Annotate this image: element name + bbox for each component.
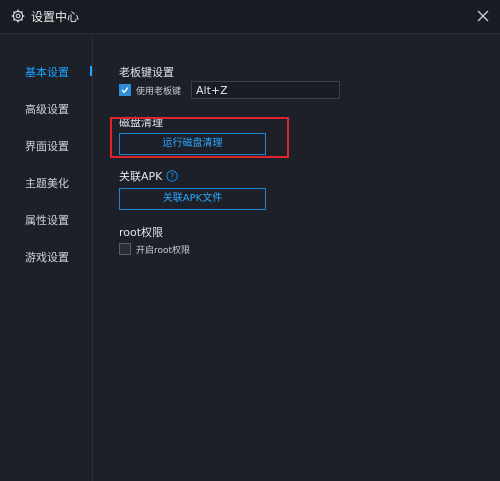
window-title: 设置中心 <box>31 10 80 24</box>
sidebar-item-basic[interactable]: 基本设置 <box>25 64 69 80</box>
sidebar-item-interface[interactable]: 界面设置 <box>25 138 69 154</box>
sidebar-item-game[interactable]: 游戏设置 <box>25 249 69 265</box>
sidebar-item-theme[interactable]: 主题美化 <box>25 175 69 191</box>
boss-key-hotkey-input[interactable] <box>191 81 340 99</box>
root-checkbox[interactable] <box>119 243 131 255</box>
boss-key-checkbox-label: 使用老板键 <box>136 87 182 97</box>
active-indicator <box>90 66 92 76</box>
boss-key-checkbox[interactable] <box>119 84 131 96</box>
title-bar: 设置中心 <box>0 0 500 34</box>
boss-key-title: 老板键设置 <box>119 66 174 79</box>
sidebar-item-advanced[interactable]: 高级设置 <box>25 101 69 117</box>
root-checkbox-label: 开启root权限 <box>136 246 191 256</box>
gear-icon <box>11 9 25 23</box>
close-icon[interactable] <box>475 8 491 24</box>
associate-apk-button[interactable]: 关联APK文件 <box>119 188 266 210</box>
apk-title: 关联APK <box>119 170 163 183</box>
sidebar-item-properties[interactable]: 属性设置 <box>25 212 69 228</box>
root-title: root权限 <box>119 226 164 239</box>
checkmark-icon <box>121 87 129 94</box>
sidebar: 基本设置 高级设置 界面设置 主题美化 属性设置 游戏设置 <box>0 34 93 481</box>
red-highlight-box <box>110 117 289 158</box>
help-icon[interactable]: ? <box>166 170 178 182</box>
svg-text:?: ? <box>170 172 174 181</box>
